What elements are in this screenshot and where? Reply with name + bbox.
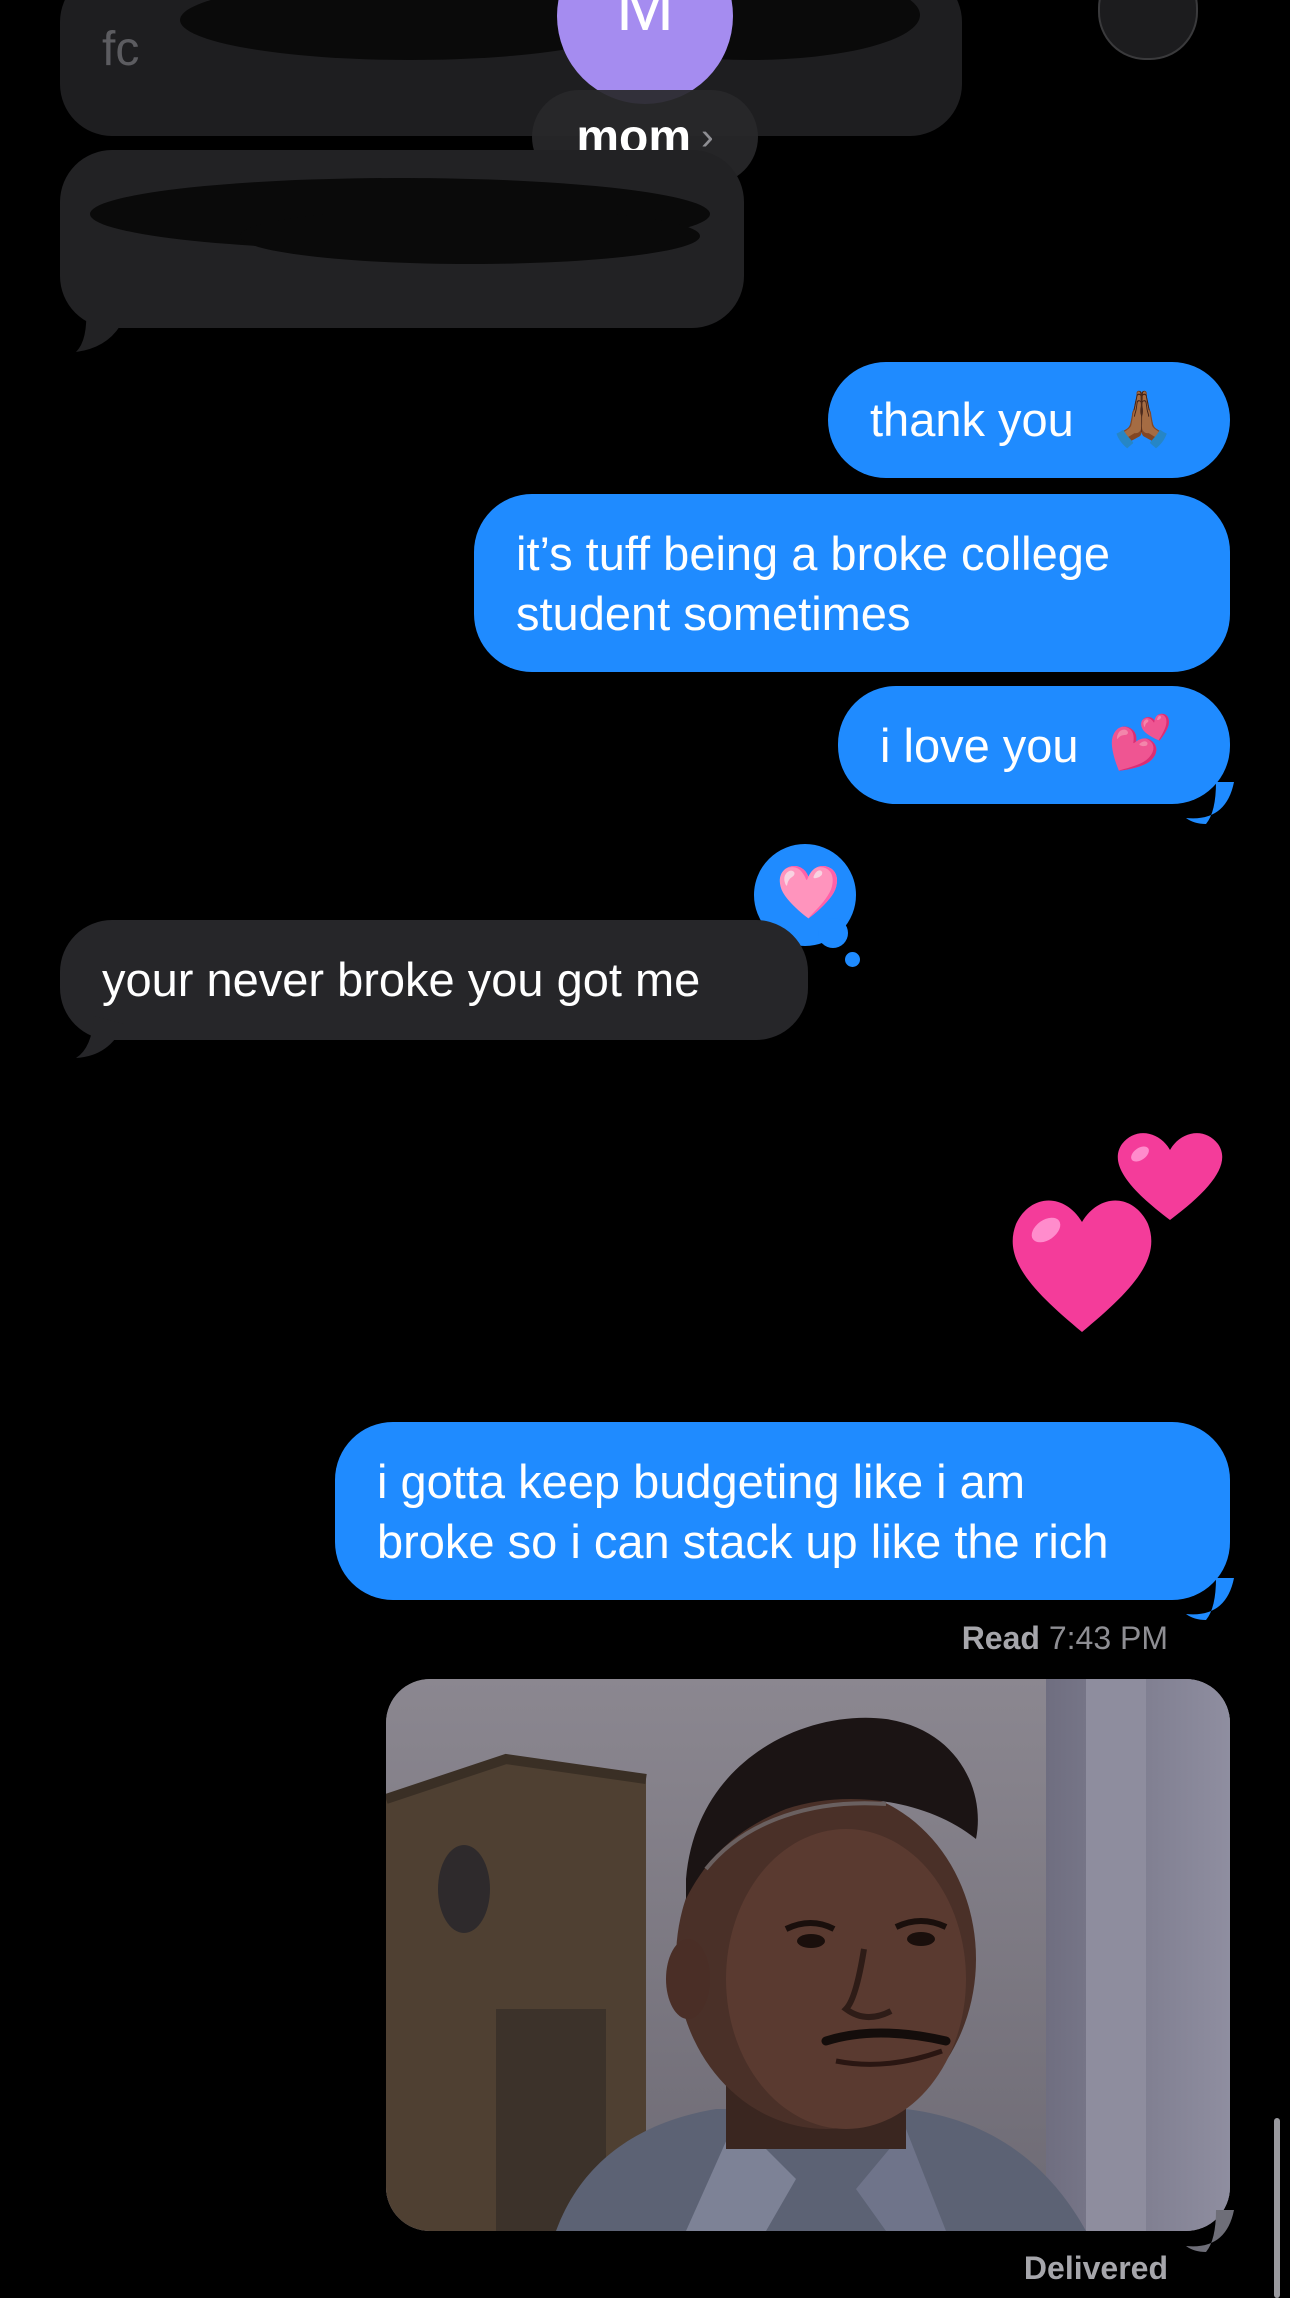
redaction-scribble — [240, 208, 700, 264]
video-call-button[interactable] — [1098, 0, 1198, 60]
received-bubble-redacted — [60, 150, 744, 328]
bubble-tail — [1186, 782, 1234, 824]
bubble-tail — [1186, 2210, 1234, 2252]
read-label: Read — [961, 1620, 1040, 1656]
tapback-dot — [818, 918, 848, 948]
sent-message-bubble[interactable]: it’s tuff being a broke college student … — [474, 494, 1230, 672]
video-camera-icon — [1100, 0, 1196, 58]
received-bubble-redacted-top: fc — [60, 0, 962, 136]
partial-message-text: fc — [102, 23, 140, 76]
message-text: thank you — [870, 393, 1074, 446]
delivered-label: Delivered — [1023, 2250, 1168, 2286]
sent-message-bubble[interactable]: i love you 💕 — [838, 686, 1230, 804]
two-hearts-emoji-message[interactable] — [1000, 1120, 1230, 1340]
read-time: 7:43 PM — [1048, 1620, 1168, 1656]
sent-message-bubble[interactable]: thank you 🙏🏾 — [828, 362, 1230, 478]
bubble-tail — [76, 1016, 124, 1058]
delivered-receipt: Delivered — [1024, 2250, 1168, 2287]
bubble-tail — [76, 308, 120, 352]
scrollbar[interactable] — [1274, 2118, 1280, 2298]
message-text: i love you — [880, 719, 1079, 772]
sent-image-attachment[interactable] — [386, 1679, 1230, 2231]
bubble-tail — [1186, 1578, 1234, 1620]
received-message-bubble[interactable]: your never broke you got me — [60, 920, 808, 1040]
meme-image — [386, 1679, 1230, 2231]
folded-hands-emoji: 🙏🏾 — [1108, 389, 1176, 449]
tapback-dot — [845, 952, 860, 967]
pink-heart-emoji: 🩷 — [776, 864, 841, 922]
sent-message-bubble[interactable]: i gotta keep budgeting like i am broke s… — [335, 1422, 1230, 1600]
avatar-initial: M — [615, 0, 675, 45]
message-text: i gotta keep budgeting like i am broke s… — [377, 1455, 1109, 1568]
message-text: it’s tuff being a broke college student … — [516, 527, 1110, 640]
two-hearts-emoji: 💕 — [1108, 714, 1173, 772]
message-text: your never broke you got me — [102, 953, 701, 1006]
read-receipt: Read 7:43 PM — [962, 1620, 1168, 1657]
